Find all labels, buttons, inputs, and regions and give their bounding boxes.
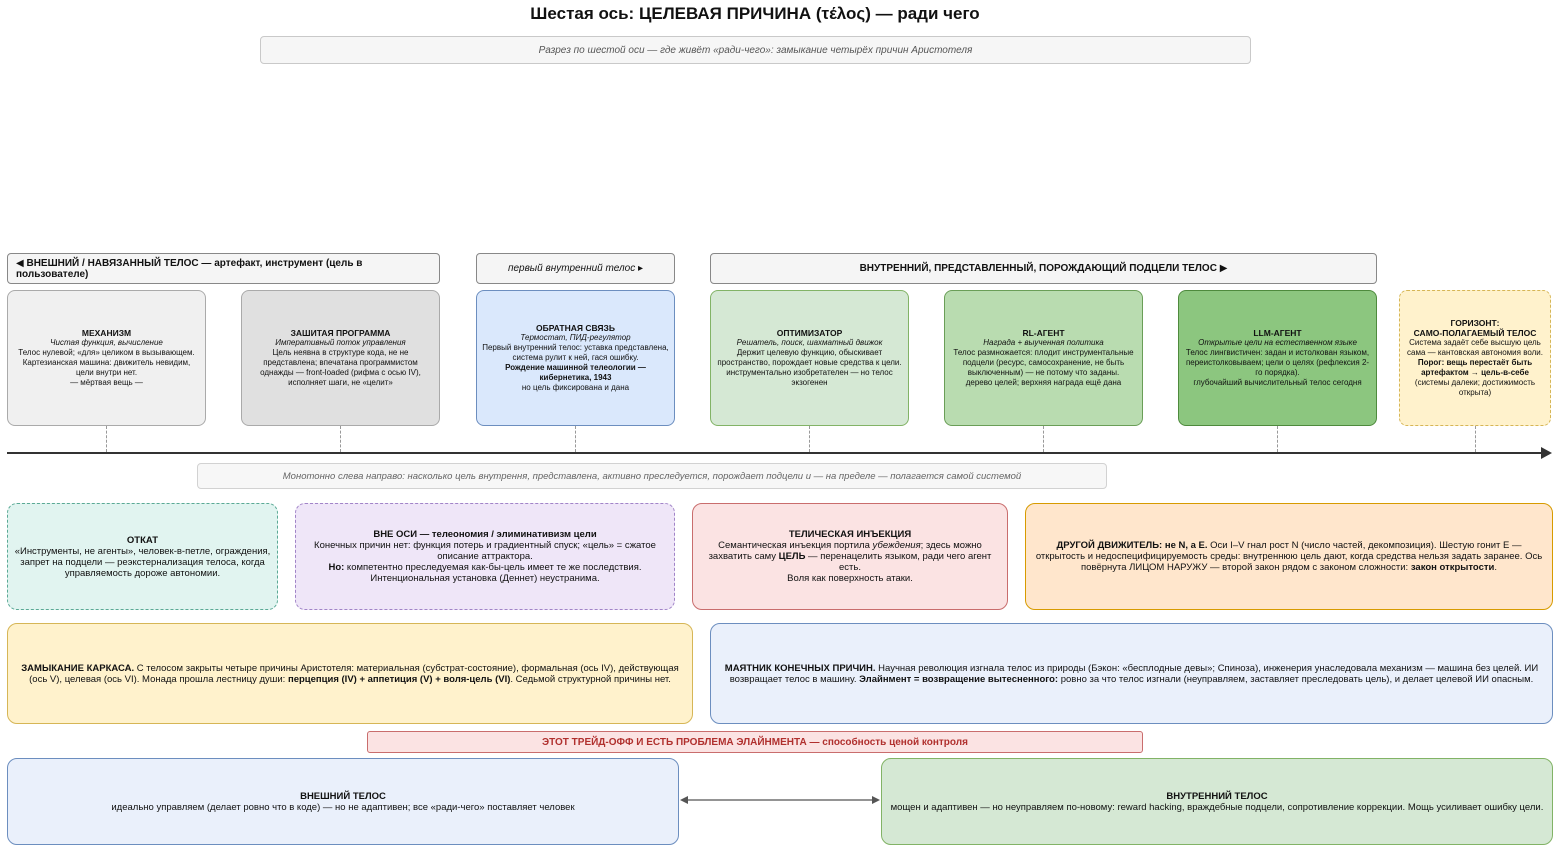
connector-line xyxy=(575,426,576,452)
card-footer: глубочайший вычислительный телос сегодня xyxy=(1193,378,1362,387)
panel-title: ДРУГОЙ ДВИЖИТЕЛЬ: не N, а E. xyxy=(1056,540,1208,551)
diagram-subtitle: Разрез по шестой оси — где живёт «ради-ч… xyxy=(260,36,1251,64)
card-subtitle: Награда + выученная политика xyxy=(983,338,1104,347)
card-subtitle: Термостат, ПИД-регулятор xyxy=(520,333,631,342)
diagram-title: Шестая ось: ЦЕЛЕВАЯ ПРИЧИНА (τέλος) — ра… xyxy=(530,4,980,23)
panel-title: МАЯТНИК КОНЕЧНЫХ ПРИЧИН. xyxy=(724,662,876,674)
panel-caveat: Но: компетентно преследуемая как-бы-цель… xyxy=(328,562,641,573)
card-body: Телос нулевой; «для» целиком в вызывающе… xyxy=(18,348,195,377)
panel-caveat-text: компетентно преследуемая как-бы-цель име… xyxy=(344,562,642,573)
panel-footer: Интенциональная установка (Деннет) неуст… xyxy=(370,573,600,584)
card-footer: (системы далеки; достижимость открыта) xyxy=(1414,378,1536,397)
panel-pendulum: МАЯТНИК КОНЕЧНЫХ ПРИЧИН. Научная революц… xyxy=(710,623,1553,724)
card-title: ОБРАТНАЯ СВЯЗЬ xyxy=(536,323,615,333)
panel-rollback: ОТКАТ «Инструменты, не агенты», человек-… xyxy=(7,503,278,610)
panel-off-axis: ВНЕ ОСИ — телеономия / элиминативизм цел… xyxy=(295,503,675,610)
header-first-internal-telos: первый внутренний телос ▸ xyxy=(476,253,675,284)
panel-body-text: . xyxy=(1494,562,1498,573)
connector-line xyxy=(809,426,810,452)
card-title: ЗАШИТАЯ ПРОГРАММА xyxy=(290,328,391,338)
panel-body: МАЯТНИК КОНЕЧНЫХ ПРИЧИН. Научная революц… xyxy=(717,663,1546,685)
alignment-banner: ЭТОТ ТРЕЙД-ОФФ И ЕСТЬ ПРОБЛЕМА ЭЛАЙНМЕНТ… xyxy=(367,731,1143,753)
connector-line xyxy=(1043,426,1044,452)
tradeoff-arrow-head-right xyxy=(872,796,880,804)
panel-body: ЗАМЫКАНИЕ КАРКАСА. С телосом закрыты чет… xyxy=(14,663,686,685)
panel-body: Семантическая инъекция портила убеждения… xyxy=(699,540,1001,573)
panel-body: «Инструменты, не агенты», человек-в-петл… xyxy=(14,545,271,579)
card-optimizer: ОПТИМИЗАТОР Решатель, поиск, шахматный д… xyxy=(710,290,909,426)
axis-arrow-head xyxy=(1541,447,1552,459)
panel-body-text: — перенацелить языком, ради чего агент е… xyxy=(805,551,992,573)
connector-line xyxy=(1277,426,1278,452)
panel-other-mover: ДРУГОЙ ДВИЖИТЕЛЬ: не N, а E. Оси I–V гна… xyxy=(1025,503,1553,610)
panel-framework-closure: ЗАМЫКАНИЕ КАРКАСА. С телосом закрыты чет… xyxy=(7,623,693,724)
panel-external-telos: ВНЕШНИЙ ТЕЛОС идеально управляем (делает… xyxy=(7,758,679,845)
panel-caveat-label: Но: xyxy=(328,562,345,573)
card-body: Цель неявна в структуре кода, не не пред… xyxy=(260,348,421,387)
card-title: ОПТИМИЗАТОР xyxy=(776,328,843,338)
panel-body: мощен и адаптивен — но неуправляем по-но… xyxy=(890,801,1544,813)
axis-note: Монотонно слева направо: насколько цель … xyxy=(197,463,1107,489)
panel-title: ТЕЛИЧЕСКАЯ ИНЪЕКЦИЯ xyxy=(788,529,912,540)
card-rl-agent: RL-АГЕНТ Награда + выученная политика Те… xyxy=(944,290,1143,426)
card-title: ГОРИЗОНТ: xyxy=(1450,318,1500,328)
card-body: Первый внутренний телос: уставка предста… xyxy=(482,343,669,362)
panel-title: ОТКАТ xyxy=(126,534,159,546)
panel-telic-injection: ТЕЛИЧЕСКАЯ ИНЪЕКЦИЯ Семантическая инъекц… xyxy=(692,503,1008,610)
panel-body-strong: закон открытости xyxy=(1410,562,1495,573)
card-footer: но цель фиксирована и дана xyxy=(521,383,630,392)
card-title: LLM-АГЕНТ xyxy=(1253,328,1302,338)
card-subtitle: Открытые цели на естественном языке xyxy=(1198,338,1357,347)
panel-body: Конечных причин нет: функция потерь и гр… xyxy=(314,540,656,562)
card-footer: дерево целей; верхняя награда ещё дана xyxy=(965,378,1122,387)
card-body: Телос размножается: плодит инструменталь… xyxy=(953,348,1134,377)
card-subtitle: Императивный поток управления xyxy=(275,338,406,347)
card-footer: — мёртвая вещь — xyxy=(70,378,143,387)
card-highlight: Рождение машинной телеологии — кибернети… xyxy=(505,363,646,382)
panel-title: ЗАМЫКАНИЕ КАРКАСА. xyxy=(21,662,135,674)
tradeoff-arrow xyxy=(680,796,880,804)
connector-line xyxy=(340,426,341,452)
panel-body-strong: перцепция (IV) + аппетиция (V) + воля-це… xyxy=(287,673,511,685)
panel-body-text: Семантическая инъекция портила xyxy=(718,540,873,551)
connector-line xyxy=(1475,426,1476,452)
connector-line xyxy=(106,426,107,452)
telos-axis xyxy=(7,452,1545,454)
card-body: Телос лингвистичен: задан и истолкован я… xyxy=(1185,348,1370,377)
card-program: ЗАШИТАЯ ПРОГРАММА Императивный поток упр… xyxy=(241,290,440,426)
panel-title: ВНУТРЕННИЙ ТЕЛОС xyxy=(1166,790,1268,802)
header-external-telos: ◀ ВНЕШНИЙ / НАВЯЗАННЫЙ ТЕЛОС — артефакт,… xyxy=(7,253,440,284)
card-title: МЕХАНИЗМ xyxy=(81,328,132,338)
card-feedback: ОБРАТНАЯ СВЯЗЬ Термостат, ПИД-регулятор … xyxy=(476,290,675,426)
card-subtitle: Чистая функция, вычисление xyxy=(50,338,163,347)
header-internal-telos: ВНУТРЕННИЙ, ПРЕДСТАВЛЕННЫЙ, ПОРОЖДАЮЩИЙ … xyxy=(710,253,1377,284)
panel-body-strong: ЦЕЛЬ xyxy=(778,551,806,562)
panel-title: ВНЕШНИЙ ТЕЛОС xyxy=(300,790,386,802)
card-footer: инструментально изобретателен — но телос… xyxy=(726,368,893,387)
panel-body-strong: Элайнмент = возвращение вытесненного: xyxy=(859,673,1059,685)
panel-body-text: ровно за что телос изгнали (неуправляем,… xyxy=(1058,673,1534,685)
card-llm-agent: LLM-АГЕНТ Открытые цели на естественном … xyxy=(1178,290,1377,426)
panel-body: идеально управляем (делает ровно что в к… xyxy=(111,801,575,813)
card-body: Система задаёт себе высшую цель сама — к… xyxy=(1407,338,1543,357)
panel-body: ДРУГОЙ ДВИЖИТЕЛЬ: не N, а E. Оси I–V гна… xyxy=(1032,540,1546,573)
card-horizon: ГОРИЗОНТ: САМО-ПОЛАГАЕМЫЙ ТЕЛОС Система … xyxy=(1399,290,1551,426)
panel-body-text: . Седьмой структурной причины нет. xyxy=(510,673,671,685)
card-mechanism: МЕХАНИЗМ Чистая функция, вычисление Тело… xyxy=(7,290,206,426)
card-title: RL-АГЕНТ xyxy=(1022,328,1065,338)
card-title-2: САМО-ПОЛАГАЕМЫЙ ТЕЛОС xyxy=(1413,328,1537,338)
card-body: Держит целевую функцию, обыскивает прост… xyxy=(717,348,902,367)
panel-title: ВНЕ ОСИ — телеономия / элиминативизм цел… xyxy=(373,529,597,540)
card-subtitle: Решатель, поиск, шахматный движок xyxy=(736,338,883,347)
tradeoff-arrow-head-left xyxy=(680,796,688,804)
panel-internal-telos: ВНУТРЕННИЙ ТЕЛОС мощен и адаптивен — но … xyxy=(881,758,1553,845)
panel-footer: Воля как поверхность атаки. xyxy=(787,573,913,584)
panel-body-emphasis: убеждения xyxy=(872,540,921,551)
card-highlight: Порог: вещь перестаёт быть артефактом → … xyxy=(1417,358,1533,377)
